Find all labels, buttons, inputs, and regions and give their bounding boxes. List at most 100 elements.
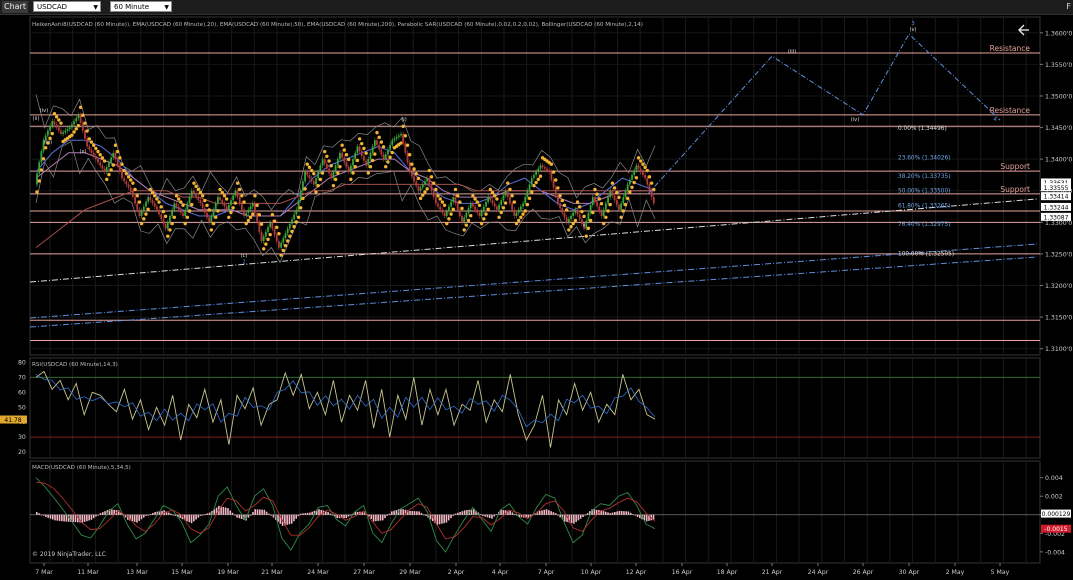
macd-histogram-bar <box>147 514 150 516</box>
heiken-ashi-candle <box>369 152 372 160</box>
macd-histogram-bar <box>347 514 350 517</box>
heiken-ashi-candle <box>177 206 180 210</box>
macd-histogram-bar <box>306 512 309 515</box>
macd-histogram-bar <box>36 512 38 515</box>
parabolic-sar-dot <box>458 200 462 204</box>
rsi-panel-title: RSI(USDCAD (60 Minute),14,3) <box>32 362 118 368</box>
heiken-ashi-candle <box>162 219 165 224</box>
parabolic-sar-dot <box>235 181 240 185</box>
parabolic-sar-dot <box>390 150 394 155</box>
x-tick-label: 16 Apr <box>672 569 693 576</box>
parabolic-sar-dot <box>381 145 386 149</box>
macd-histogram-bar <box>45 514 47 518</box>
macd-histogram-bar <box>484 514 486 517</box>
heiken-ashi-candle <box>193 190 195 194</box>
parabolic-sar-dot <box>35 190 39 194</box>
heiken-ashi-candle <box>184 209 187 217</box>
heiken-ashi-candle <box>284 233 287 239</box>
heiken-ashi-candle <box>559 203 561 209</box>
heiken-ashi-candle <box>565 217 568 223</box>
parabolic-sar-dot <box>418 196 423 201</box>
level-label: Resistance <box>990 44 1031 53</box>
macd-histogram-bar <box>51 514 54 520</box>
macd-histogram-bar <box>445 514 448 523</box>
parabolic-sar-dot <box>493 194 497 198</box>
price-badge-label: 1.33414 <box>1044 194 1069 201</box>
fibonacci-label: 23.60% (1.34026) <box>898 156 950 162</box>
macd-histogram-bar <box>83 514 86 522</box>
heiken-ashi-candle <box>502 195 505 201</box>
heiken-ashi-candle <box>563 212 566 218</box>
heiken-ashi-candle <box>179 209 182 213</box>
macd-histogram-bar <box>604 511 607 515</box>
heiken-ashi-candle <box>195 193 198 198</box>
wave-label: (ii) <box>33 116 40 122</box>
parabolic-sar-dot <box>325 154 329 159</box>
macd-histogram-bar <box>416 511 418 515</box>
macd-histogram-bar <box>167 512 170 515</box>
parabolic-sar-dot <box>78 105 83 110</box>
macd-histogram-bar <box>231 512 234 515</box>
macd-histogram-bar <box>95 514 97 517</box>
parabolic-sar-dot <box>477 203 482 207</box>
parabolic-sar-dot <box>255 203 259 207</box>
heiken-ashi-candle <box>123 178 126 182</box>
parabolic-sar-dot <box>98 153 102 157</box>
macd-histogram-bar <box>261 509 263 515</box>
heiken-ashi-candle <box>637 165 640 169</box>
f-button[interactable]: F <box>1066 2 1071 11</box>
macd-histogram-bar <box>65 514 68 522</box>
parabolic-sar-dot <box>588 218 593 223</box>
heiken-ashi-candle <box>615 200 618 205</box>
chart-tab[interactable]: Chart <box>2 1 28 13</box>
parabolic-sar-dot <box>645 168 649 173</box>
x-tick-label: 4 Apr <box>492 569 509 576</box>
parabolic-sar-dot <box>647 175 652 179</box>
chart-canvas[interactable]: HeikenAshi8(USDCAD (60 Minute)), EMA(USD… <box>0 0 1073 580</box>
parabolic-sar-dot <box>479 221 484 226</box>
heiken-ashi-candle <box>199 200 202 204</box>
parabolic-sar-dot <box>427 168 432 173</box>
heiken-ashi-candle <box>620 203 623 210</box>
macd-histogram-bar <box>584 514 587 516</box>
heiken-ashi-candle <box>554 187 557 196</box>
parabolic-sar-dot <box>152 194 157 198</box>
level-label: Support <box>1000 162 1030 171</box>
macd-histogram-bar <box>229 510 232 515</box>
heiken-ashi-candle <box>291 219 293 224</box>
parabolic-sar-dot <box>270 213 275 217</box>
macd-histogram-bar <box>302 513 304 515</box>
heiken-ashi-candle <box>533 174 535 179</box>
parabolic-sar-dot <box>649 181 654 185</box>
heiken-ashi-candle <box>312 181 315 185</box>
heiken-ashi-candle <box>515 212 518 217</box>
macd-histogram-bar <box>372 514 375 522</box>
heiken-ashi-candle <box>166 222 169 229</box>
parabolic-sar-dot <box>115 149 120 154</box>
parabolic-sar-dot <box>305 162 309 166</box>
macd-histogram-bar <box>579 514 582 519</box>
parabolic-sar-dot <box>373 152 377 156</box>
parabolic-sar-dot <box>279 253 283 257</box>
heiken-ashi-candle <box>240 203 243 210</box>
timeframe-select[interactable]: 60 Minute ▼ <box>110 1 172 12</box>
heiken-ashi-candle <box>380 149 383 155</box>
heiken-ashi-candle <box>443 212 446 217</box>
macd-histogram-bar <box>54 514 56 521</box>
parabolic-sar-dot <box>196 187 200 192</box>
instrument-select[interactable]: USDCAD ▼ <box>33 1 101 12</box>
fibonacci-label: 100.00% (1.32505) <box>898 252 954 258</box>
heiken-ashi-candle <box>81 122 84 131</box>
parabolic-sar-dot <box>176 197 181 201</box>
heiken-ashi-candle <box>519 206 522 210</box>
parabolic-sar-dot <box>455 194 460 198</box>
heiken-ashi-candle <box>635 165 638 171</box>
parabolic-sar-dot <box>562 203 567 207</box>
parabolic-sar-dot <box>76 123 81 128</box>
parabolic-sar-dot <box>316 183 320 188</box>
heiken-ashi-candle <box>230 200 232 205</box>
parabolic-sar-dot <box>503 201 508 205</box>
heiken-ashi-candle <box>110 157 113 163</box>
macd-histogram-bar <box>602 511 605 515</box>
macd-histogram-bar <box>222 506 225 515</box>
